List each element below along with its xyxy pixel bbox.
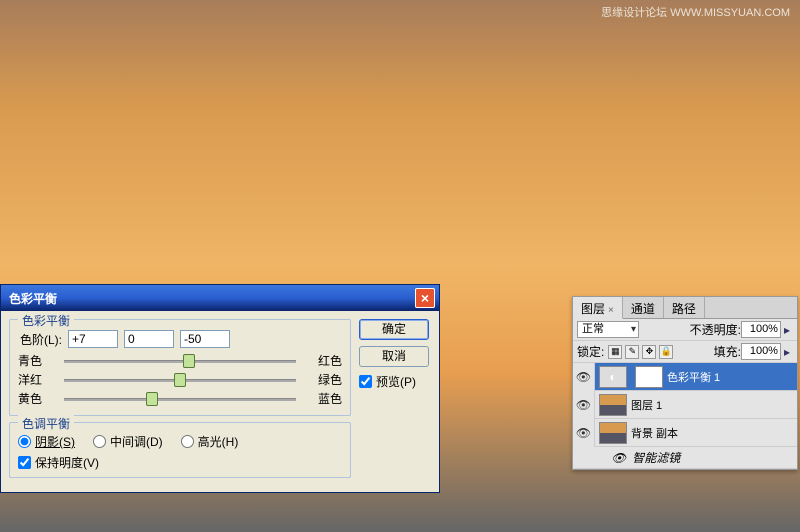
eye-icon[interactable]: 👁 [573, 419, 595, 447]
close-button[interactable]: × [415, 288, 435, 308]
group-title: 色彩平衡 [18, 312, 74, 329]
titlebar[interactable]: 色彩平衡 × [1, 285, 439, 311]
lock-label: 锁定: [577, 343, 604, 360]
chevron-icon[interactable]: ▸ [781, 323, 793, 337]
chevron-icon[interactable]: ▸ [781, 345, 793, 359]
opacity-input[interactable]: 100% [741, 321, 781, 338]
slider-left-label: 黄色 [18, 390, 58, 407]
group-title: 色调平衡 [18, 415, 74, 432]
cyan-red-slider[interactable] [64, 353, 296, 369]
tab-layers[interactable]: 图层× [573, 297, 623, 319]
preserve-luminosity-checkbox[interactable]: 保持明度(V) [18, 454, 342, 471]
lock-transparency-icon[interactable]: ▦ [608, 345, 622, 359]
panel-tabs: 图层× 通道 路径 [573, 297, 797, 319]
eye-icon[interactable]: 👁 [573, 391, 595, 419]
eye-icon[interactable]: 👁 [611, 451, 626, 465]
watermark: 思缘设计论坛 WWW.MISSYUAN.COM [601, 4, 790, 20]
slider-left-label: 洋红 [18, 371, 58, 388]
layer-row[interactable]: 👁 ◐ 色彩平衡 1 [573, 363, 797, 391]
adjustment-thumb: ◐ [599, 366, 627, 388]
eye-icon[interactable]: 👁 [573, 363, 595, 391]
layer-row[interactable]: 👁 图层 1 [573, 391, 797, 419]
layer-name: 色彩平衡 1 [667, 369, 797, 385]
level-cyan-red-input[interactable]: +7 [68, 330, 118, 348]
preview-checkbox[interactable]: 预览(P) [359, 373, 431, 390]
midtone-radio[interactable]: 中间调(D) [93, 433, 163, 450]
color-balance-dialog: 色彩平衡 × 色彩平衡 色阶(L): +7 0 -50 青色 红色 洋红 [0, 284, 440, 493]
yellow-blue-slider[interactable] [64, 391, 296, 407]
opacity-label: 不透明度: [690, 321, 741, 338]
layers-panel: 图层× 通道 路径 正常 不透明度: 100% ▸ 锁定: ▦ ✎ ✥ 🔒 填充… [572, 296, 798, 470]
slider-right-label: 蓝色 [302, 390, 342, 407]
highlight-radio[interactable]: 高光(H) [181, 433, 239, 450]
close-icon[interactable]: × [608, 305, 614, 316]
layer-row[interactable]: 👁 背景 副本 [573, 419, 797, 447]
fill-label: 填充: [714, 343, 741, 360]
layer-name: 背景 副本 [631, 425, 797, 441]
magenta-green-slider[interactable] [64, 372, 296, 388]
level-magenta-green-input[interactable]: 0 [124, 330, 174, 348]
dialog-title: 色彩平衡 [5, 290, 57, 307]
mask-thumb [635, 366, 663, 388]
shadow-radio[interactable]: 阴影(S) [18, 433, 75, 450]
color-balance-group: 色彩平衡 色阶(L): +7 0 -50 青色 红色 洋红 绿色 [9, 319, 351, 416]
lock-move-icon[interactable]: ✥ [642, 345, 656, 359]
layer-thumb [599, 422, 627, 444]
blend-mode-select[interactable]: 正常 [577, 321, 639, 338]
ok-button[interactable]: 确定 [359, 319, 429, 340]
layers-list: 👁 ◐ 色彩平衡 1 👁 图层 1 👁 背景 副本 👁 智能滤镜 [573, 363, 797, 469]
smart-filter-label[interactable]: 👁 智能滤镜 [573, 447, 797, 469]
slider-right-label: 绿色 [302, 371, 342, 388]
cancel-button[interactable]: 取消 [359, 346, 429, 367]
layer-thumb [599, 394, 627, 416]
layer-name: 图层 1 [631, 397, 797, 413]
tab-channels[interactable]: 通道 [623, 297, 664, 318]
tone-balance-group: 色调平衡 阴影(S) 中间调(D) 高光(H) 保持明度(V) [9, 422, 351, 478]
tab-paths[interactable]: 路径 [664, 297, 705, 318]
slider-left-label: 青色 [18, 352, 58, 369]
fill-input[interactable]: 100% [741, 343, 781, 360]
lock-all-icon[interactable]: 🔒 [659, 345, 673, 359]
slider-right-label: 红色 [302, 352, 342, 369]
lock-paint-icon[interactable]: ✎ [625, 345, 639, 359]
level-yellow-blue-input[interactable]: -50 [180, 330, 230, 348]
levels-label: 色阶(L): [18, 331, 68, 348]
